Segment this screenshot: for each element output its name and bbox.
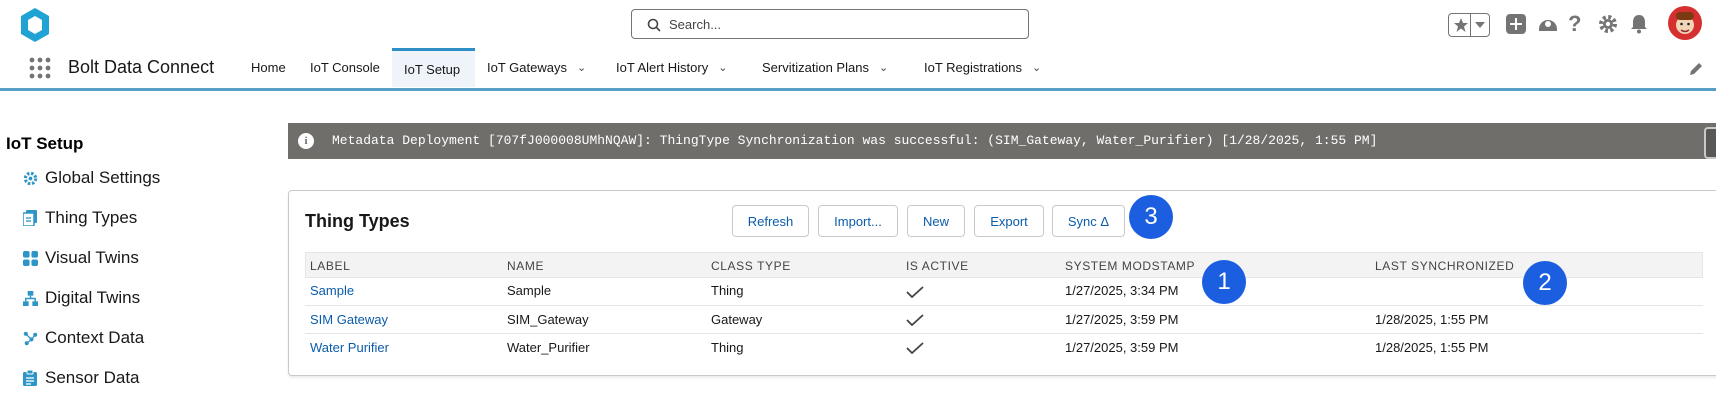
row-class-type: Gateway (711, 312, 763, 327)
banner-message: Metadata Deployment [707fJ000008UMhNQAW]… (332, 133, 1378, 148)
tab-iot-console[interactable]: IoT Console (298, 48, 392, 87)
tab-iot-setup[interactable]: IoT Setup (392, 48, 475, 87)
new-button[interactable]: New (907, 205, 965, 237)
chevron-down-icon[interactable]: ⌄ (1032, 61, 1041, 74)
refresh-button[interactable]: Refresh (732, 205, 809, 237)
sidebar-item-global-settings[interactable]: Global Settings (22, 166, 160, 190)
app-name: Bolt Data Connect (68, 57, 215, 77)
notification-bell-icon[interactable] (1630, 14, 1648, 34)
sidebar-item-label: Sensor Data (45, 368, 140, 387)
column-header-class-type[interactable]: CLASS TYPE (711, 259, 791, 273)
clipboard-icon (23, 370, 37, 386)
tab-iot-alert-history[interactable]: IoT Alert History ⌄ (604, 48, 750, 87)
tab-label: IoT Registrations (924, 60, 1023, 75)
add-icon[interactable] (1506, 14, 1526, 34)
network-icon (23, 331, 37, 345)
import-button[interactable]: Import... (818, 205, 898, 237)
sidebar-item-sensor-data[interactable]: Sensor Data (22, 366, 140, 390)
chevron-down-icon[interactable]: ⌄ (879, 61, 888, 74)
info-icon: i (298, 133, 314, 149)
banner-scroll-handle[interactable] (1704, 127, 1716, 159)
tab-label: IoT Gateways (487, 60, 567, 75)
sidebar-item-label: Context Data (45, 328, 145, 347)
row-label-link[interactable]: Water Purifier (310, 340, 389, 355)
hierarchy-icon (22, 290, 38, 306)
annotation-badge-2: 2 (1523, 261, 1567, 305)
search-placeholder: Search... (669, 17, 722, 32)
edit-nav-pencil-icon[interactable] (1689, 62, 1703, 76)
chevron-down-icon (1475, 22, 1485, 28)
row-class-type: Thing (711, 340, 744, 355)
star-icon (1454, 18, 1468, 32)
deployment-status-banner: i Metadata Deployment [707fJ000008UMhNQA… (288, 123, 1716, 159)
gear-icon (23, 171, 37, 185)
sidebar-item-label: Visual Twins (45, 248, 139, 267)
sidebar-item-label: Global Settings (45, 168, 161, 187)
annotation-badge-1: 1 (1202, 260, 1246, 304)
column-header-last-synchronized[interactable]: LAST SYNCHRONIZED (1375, 259, 1514, 273)
trailhead-icon[interactable] (1537, 14, 1559, 34)
app-launcher-icon[interactable] (29, 57, 51, 79)
column-header-name[interactable]: NAME (507, 259, 544, 273)
card-title: Thing Types (305, 211, 410, 231)
grid-icon (22, 250, 38, 266)
sync-button[interactable]: Sync Δ (1052, 205, 1125, 237)
row-label-link[interactable]: Sample (310, 283, 354, 298)
sidebar-item-thing-types[interactable]: Thing Types (22, 206, 137, 230)
row-last-sync: 1/28/2025, 1:55 PM (1375, 340, 1489, 355)
app-logo-icon[interactable] (18, 6, 52, 44)
annotation-badge-3: 3 (1129, 195, 1173, 239)
sidebar-title: IoT Setup (6, 134, 84, 153)
favorites-button[interactable] (1448, 13, 1490, 37)
sidebar-item-context-data[interactable]: Context Data (22, 326, 144, 350)
row-divider (305, 333, 1703, 334)
tab-label: Servitization Plans (762, 60, 869, 75)
help-icon[interactable]: ? (1568, 11, 1581, 37)
column-header-system-modstamp[interactable]: SYSTEM MODSTAMP (1065, 259, 1195, 273)
sidebar-item-label: Thing Types (45, 208, 138, 227)
column-header-label[interactable]: LABEL (310, 259, 350, 273)
tab-iot-registrations[interactable]: IoT Registrations ⌄ (912, 48, 1058, 87)
row-modstamp: 1/27/2025, 3:34 PM (1065, 283, 1179, 298)
export-button[interactable]: Export (974, 205, 1044, 237)
tab-label: IoT Console (310, 60, 380, 75)
sidebar-item-label: Digital Twins (45, 288, 141, 307)
row-label-link[interactable]: SIM Gateway (310, 312, 388, 327)
document-icon (23, 210, 37, 226)
settings-gear-icon[interactable] (1598, 14, 1618, 34)
tab-label: IoT Alert History (616, 60, 709, 75)
sidebar-item-visual-twins[interactable]: Visual Twins (22, 246, 139, 270)
row-divider (305, 305, 1703, 306)
row-class-type: Thing (711, 283, 744, 298)
row-name: Sample (507, 283, 552, 298)
tab-label: IoT Setup (404, 61, 461, 77)
tab-servitization-plans[interactable]: Servitization Plans ⌄ (750, 48, 912, 87)
checkmark-icon (906, 342, 924, 354)
user-avatar[interactable] (1668, 6, 1702, 40)
tab-label: Home (251, 60, 286, 75)
column-header-is-active[interactable]: IS ACTIVE (906, 259, 969, 273)
chevron-down-icon[interactable]: ⌄ (577, 61, 586, 74)
tab-home[interactable]: Home (239, 48, 297, 87)
row-last-sync: 1/28/2025, 1:55 PM (1375, 312, 1489, 327)
row-name: Water_Purifier (507, 340, 590, 355)
chevron-down-icon[interactable]: ⌄ (718, 61, 727, 74)
tab-iot-gateways[interactable]: IoT Gateways ⌄ (475, 48, 605, 87)
avatar-face-icon (1676, 12, 1694, 34)
search-icon (647, 18, 661, 32)
global-search-input[interactable]: Search... (631, 9, 1029, 39)
checkmark-icon (906, 314, 924, 326)
row-modstamp: 1/27/2025, 3:59 PM (1065, 340, 1179, 355)
row-modstamp: 1/27/2025, 3:59 PM (1065, 312, 1179, 327)
row-name: SIM_Gateway (507, 312, 589, 327)
checkmark-icon (906, 286, 924, 298)
sidebar-item-digital-twins[interactable]: Digital Twins (22, 286, 140, 310)
